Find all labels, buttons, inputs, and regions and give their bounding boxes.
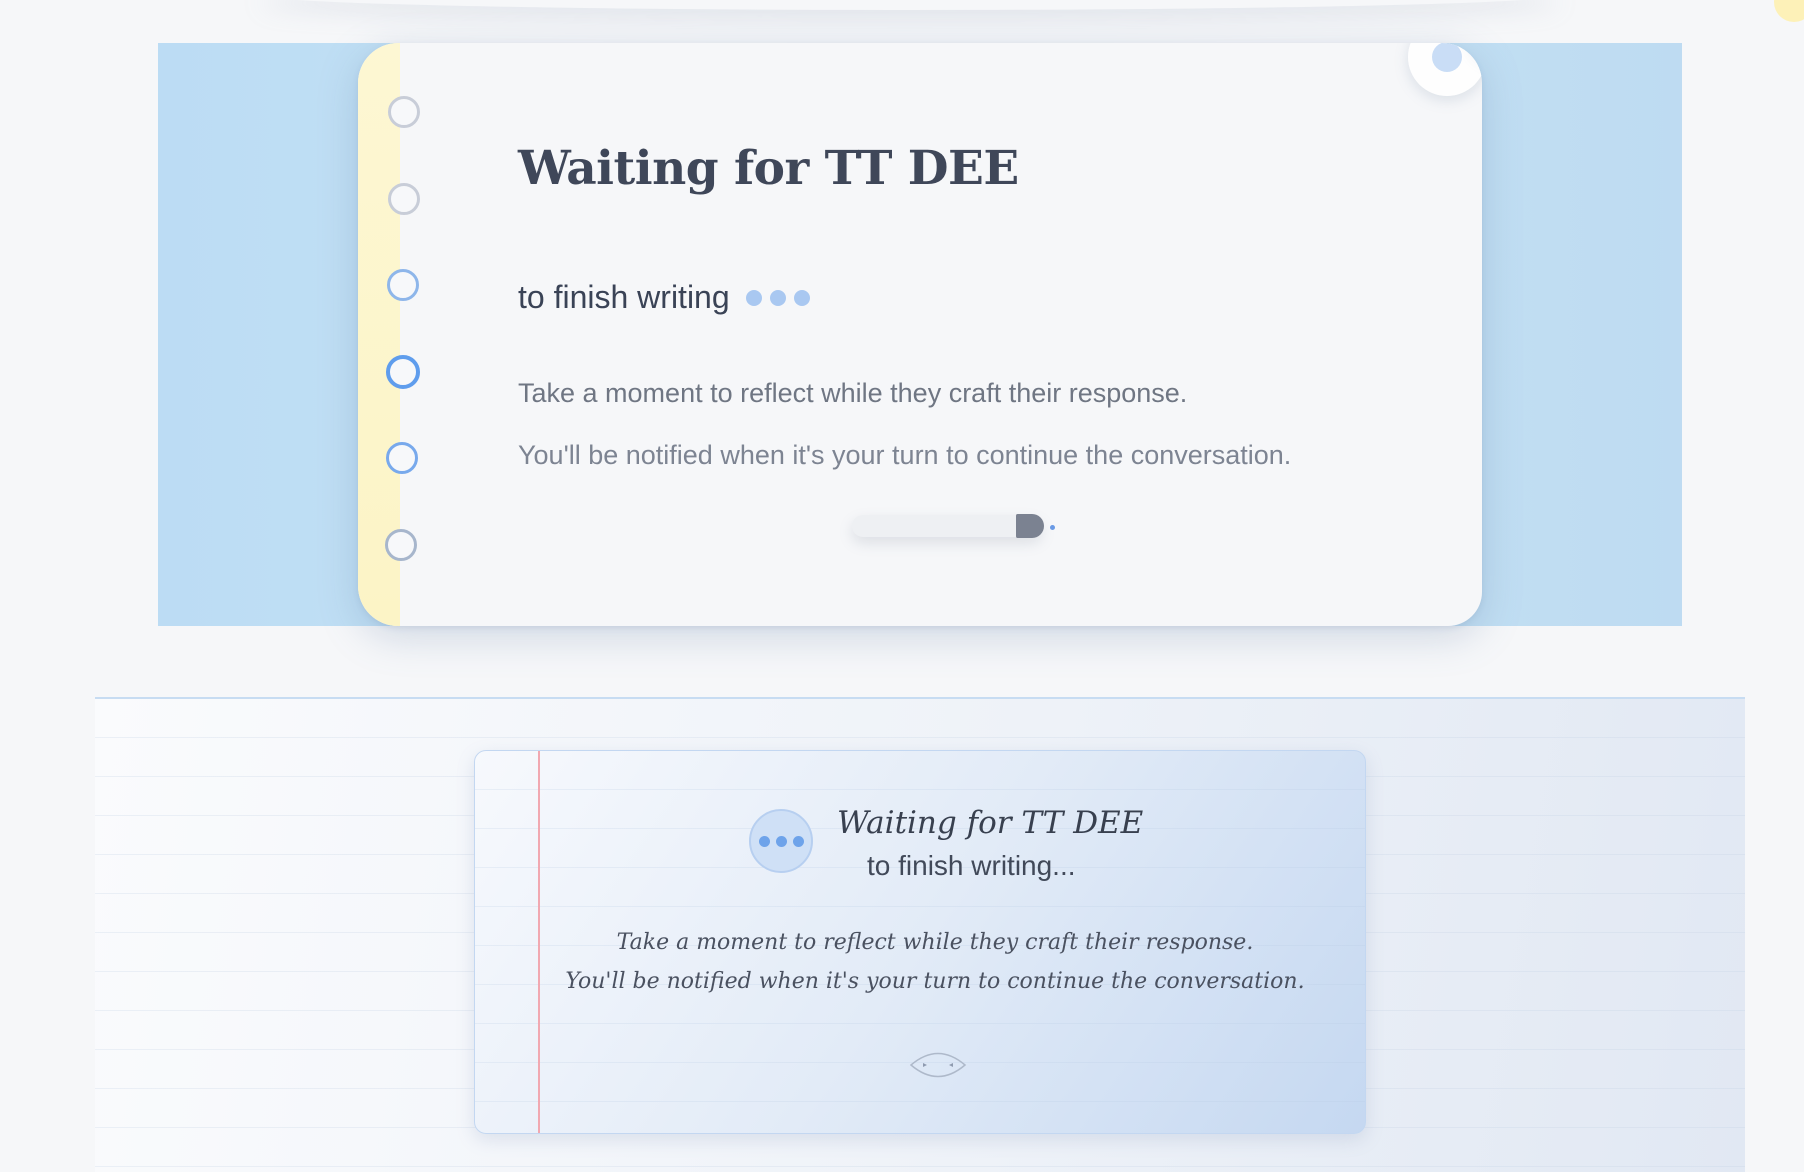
pen-icon — [852, 505, 1062, 545]
notebook-ring-icon — [388, 183, 420, 215]
top-edge-shadow — [260, 0, 1560, 10]
notebook-ring-icon — [388, 96, 420, 128]
waiting-lined-paper-card: Waiting for TT DEE to finish writing... … — [474, 750, 1366, 1134]
waiting-subtitle: to finish writing — [518, 279, 810, 316]
typing-dots-icon — [749, 809, 813, 873]
notebook-ring-icon — [385, 529, 417, 561]
waiting-title: Waiting for TT DEE — [837, 805, 1144, 841]
bubble-icon — [1408, 43, 1482, 96]
waiting-notebook-card: Waiting for TT DEE to finish writing Tak… — [358, 43, 1482, 626]
waiting-subtitle: to finish writing... — [867, 850, 1076, 881]
eye-icon — [909, 1052, 967, 1078]
notify-message: You'll be notified when it's your turn t… — [518, 440, 1292, 470]
reflect-message: Take a moment to reflect while they craf… — [616, 930, 1254, 955]
waiting-title: Waiting for TT DEE — [518, 141, 1019, 196]
typing-dots-icon — [745, 289, 810, 306]
notebook-ring-icon — [386, 442, 418, 474]
notebook-ring-icon — [386, 355, 420, 389]
waiting-message: Take a moment to reflect while they craf… — [475, 923, 1365, 1001]
notebook-ring-icon — [387, 269, 419, 301]
reflect-message: Take a moment to reflect while they craf… — [518, 378, 1188, 408]
corner-dot — [1774, 0, 1804, 22]
notify-message: You'll be notified when it's your turn t… — [565, 969, 1305, 994]
subtitle-text: to finish writing — [518, 279, 730, 315]
